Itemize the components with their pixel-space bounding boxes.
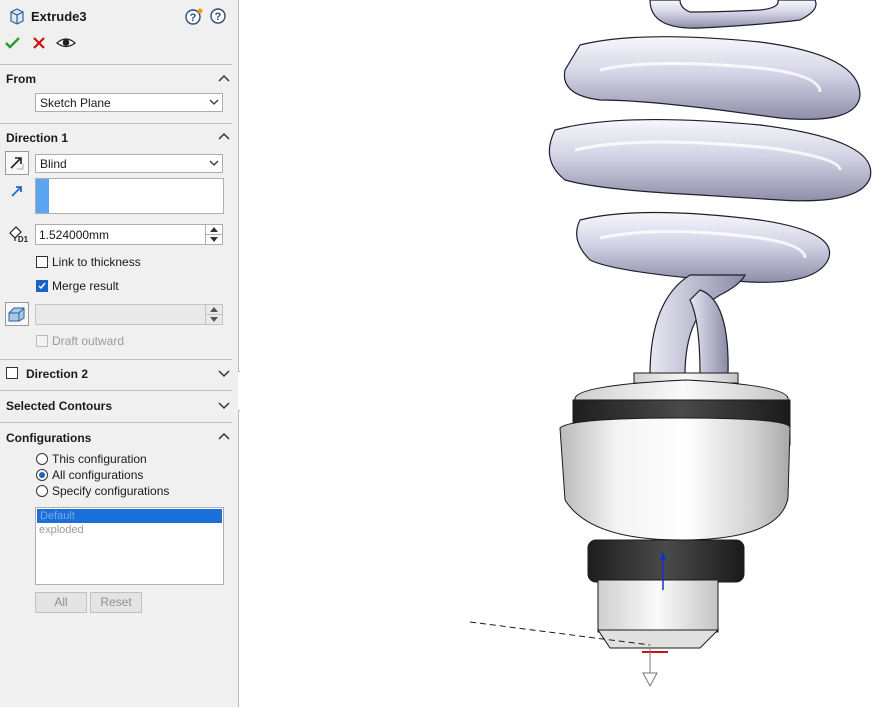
model-view-canvas: [469, 0, 872, 688]
depth-d1-icon: D1: [7, 224, 29, 247]
list-item: exploded: [39, 524, 84, 536]
draft-outward-checkbox: [36, 335, 48, 347]
direction1-section-title[interactable]: Direction 1: [6, 131, 68, 145]
chevron-down-icon[interactable]: [217, 399, 231, 411]
link-to-thickness-checkbox[interactable]: [36, 256, 48, 268]
reverse-direction-icon: [10, 157, 24, 170]
from-dropdown-value: Sketch Plane: [40, 96, 111, 110]
chevron-down-icon: [209, 99, 219, 105]
chevron-up-icon[interactable]: [217, 73, 231, 85]
chevron-up-icon[interactable]: [217, 431, 231, 443]
help-icon[interactable]: ?: [209, 7, 227, 28]
direction2-checkbox[interactable]: [6, 367, 18, 379]
depth-input[interactable]: 1.524000mm: [35, 224, 223, 245]
draft-icon: [8, 307, 25, 322]
draft-outward-label: Draft outward: [52, 334, 125, 348]
spin-up-icon: [210, 227, 218, 232]
property-manager-panel: Extrude3 ? ? From Sketch Plane Direction: [0, 0, 239, 707]
specify-configurations-label: Specify configurations: [52, 484, 170, 498]
ok-checkmark-icon[interactable]: [4, 35, 21, 54]
specify-configurations-radio[interactable]: [36, 485, 48, 497]
merge-result-checkbox[interactable]: [36, 280, 48, 292]
from-dropdown[interactable]: Sketch Plane: [35, 93, 223, 112]
reset-button: Reset: [90, 592, 142, 613]
feature-title: Extrude3: [31, 9, 87, 24]
direction-selection-box[interactable]: [35, 178, 224, 214]
whats-wrong-help-icon[interactable]: ?: [185, 7, 204, 29]
from-section-title[interactable]: From: [6, 72, 36, 86]
link-to-thickness-label: Link to thickness: [52, 255, 141, 269]
chevron-down-icon[interactable]: [217, 367, 231, 379]
preview-eye-icon[interactable]: [55, 35, 77, 53]
all-configurations-radio[interactable]: [36, 469, 48, 481]
draft-decrement-button: [206, 315, 222, 324]
direction-vector-icon: [9, 183, 25, 202]
chevron-up-icon[interactable]: [217, 131, 231, 143]
checkmark-icon: [38, 282, 46, 290]
configurations-section-title[interactable]: Configurations: [6, 431, 91, 445]
configurations-list: Default exploded: [35, 507, 224, 585]
draft-angle-input: [35, 304, 223, 325]
draft-increment-button: [206, 305, 222, 315]
reverse-direction-button[interactable]: [5, 151, 29, 175]
extrude-feature-icon: [7, 6, 27, 29]
spiral-tube: [548, 0, 872, 376]
cancel-x-icon[interactable]: [32, 36, 46, 53]
direction2-section-title[interactable]: Direction 2: [26, 367, 88, 381]
spin-down-icon: [210, 317, 218, 322]
all-button: All: [35, 592, 87, 613]
depth-value: 1.524000mm: [39, 228, 110, 242]
draft-toggle-button[interactable]: [5, 302, 29, 326]
end-condition-dropdown[interactable]: Blind: [35, 154, 223, 173]
selection-active-indicator: [36, 179, 49, 213]
end-condition-value: Blind: [40, 157, 67, 171]
graphics-viewport[interactable]: [240, 0, 896, 707]
spin-up-icon: [210, 307, 218, 312]
all-configurations-label: All configurations: [52, 468, 144, 482]
spin-down-icon: [210, 237, 218, 242]
chevron-down-icon: [209, 160, 219, 166]
list-item: Default: [37, 509, 222, 523]
svg-text:?: ?: [190, 12, 197, 24]
svg-text:?: ?: [215, 11, 222, 23]
selected-contours-section-title[interactable]: Selected Contours: [6, 399, 112, 413]
depth-decrement-button[interactable]: [206, 235, 222, 244]
lamp-base: [559, 372, 791, 649]
this-configuration-label: This configuration: [52, 452, 147, 466]
this-configuration-radio[interactable]: [36, 453, 48, 465]
svg-text:D1: D1: [18, 235, 29, 244]
merge-result-label: Merge result: [52, 279, 119, 293]
depth-increment-button[interactable]: [206, 225, 222, 235]
